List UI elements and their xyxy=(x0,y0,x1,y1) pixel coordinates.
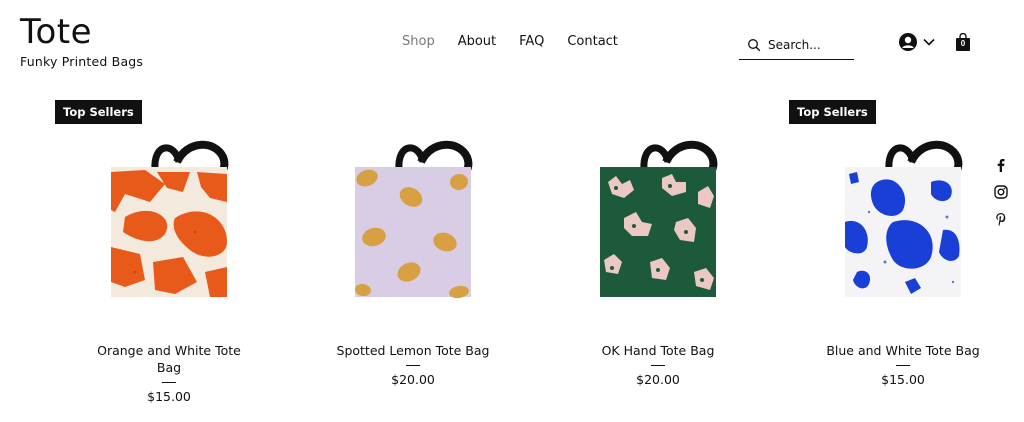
product-name[interactable]: Spotted Lemon Tote Bag xyxy=(299,342,527,359)
top-sellers-badge: Top Sellers xyxy=(55,100,142,124)
cart-count: 0 xyxy=(960,39,966,48)
product-details[interactable]: OK Hand Tote Bag $20.00 xyxy=(544,342,772,388)
divider xyxy=(896,365,910,366)
site-subtitle: Funky Printed Bags xyxy=(20,54,144,69)
facebook-icon[interactable] xyxy=(994,158,1008,172)
product-price: $20.00 xyxy=(391,372,435,387)
product-image[interactable] xyxy=(105,122,235,302)
brand[interactable]: Tote Funky Printed Bags xyxy=(20,12,143,69)
nav-shop[interactable]: Shop xyxy=(402,34,435,49)
product-details[interactable]: Orange and White Tote Bag $15.00 xyxy=(55,342,283,405)
product-details[interactable]: Spotted Lemon Tote Bag $20.00 xyxy=(299,342,527,388)
cart-button[interactable]: 0 xyxy=(955,32,971,52)
account-icon[interactable] xyxy=(899,33,917,51)
divider xyxy=(162,382,176,383)
product-image[interactable] xyxy=(839,122,969,302)
search-bar[interactable] xyxy=(739,30,854,60)
social-bar xyxy=(994,158,1008,226)
product-price: $15.00 xyxy=(147,389,191,404)
account-menu[interactable] xyxy=(899,33,935,51)
product-image[interactable] xyxy=(349,122,479,302)
nav-about[interactable]: About xyxy=(458,34,496,49)
pinterest-icon[interactable] xyxy=(994,212,1008,226)
search-input[interactable] xyxy=(768,37,848,52)
product-name[interactable]: OK Hand Tote Bag xyxy=(544,342,772,359)
product-price: $15.00 xyxy=(881,372,925,387)
nav-contact[interactable]: Contact xyxy=(567,34,618,49)
chevron-down-icon[interactable] xyxy=(923,38,935,46)
search-icon[interactable] xyxy=(747,38,761,52)
instagram-icon[interactable] xyxy=(994,185,1008,199)
nav-faq[interactable]: FAQ xyxy=(519,34,544,49)
product-image[interactable] xyxy=(594,122,724,302)
site-title[interactable]: Tote xyxy=(20,12,143,52)
divider xyxy=(651,365,665,366)
main-nav: Shop About FAQ Contact xyxy=(402,34,641,49)
product-name[interactable]: Orange and White Tote Bag xyxy=(94,342,244,376)
product-details[interactable]: Blue and White Tote Bag $15.00 xyxy=(789,342,1017,388)
product-price: $20.00 xyxy=(636,372,680,387)
divider xyxy=(406,365,420,366)
top-sellers-badge: Top Sellers xyxy=(789,100,876,124)
product-name[interactable]: Blue and White Tote Bag xyxy=(789,342,1017,359)
